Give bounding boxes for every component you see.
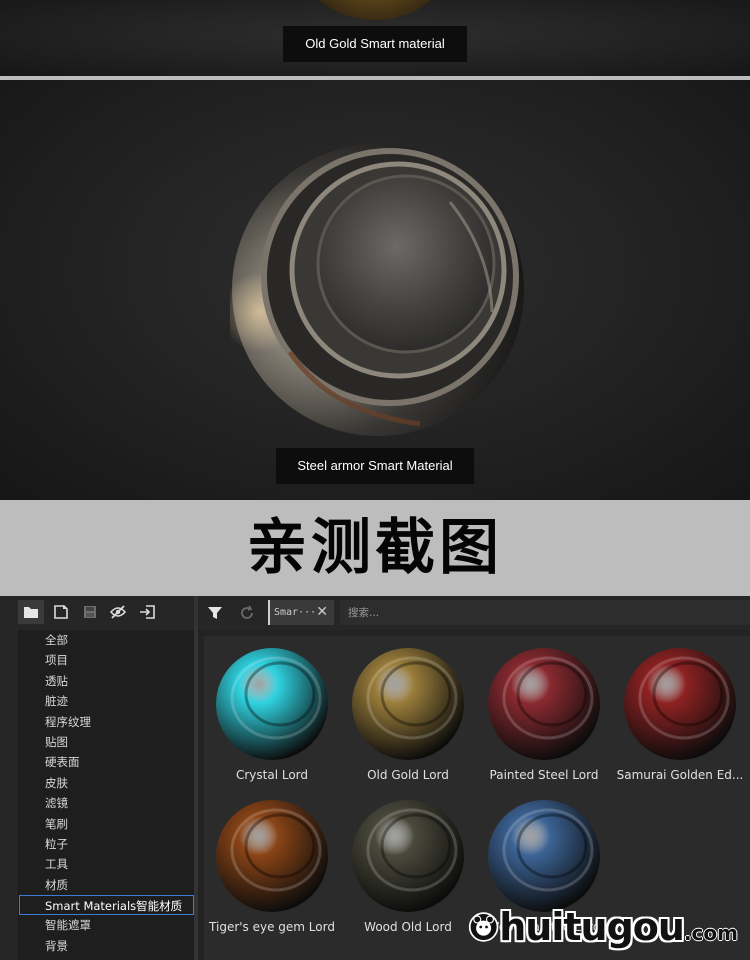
material-tile-crystal[interactable]: Crystal Lord <box>204 640 340 790</box>
category-list: 全部 项目 透贴 脏迹 程序纹理 贴图 硬表面 皮肤 滤镜 笔刷 粒子 工具 材… <box>18 630 194 960</box>
gold-material-caption: Old Gold Smart material <box>283 26 467 62</box>
steel-material-caption: Steel armor Smart Material <box>276 448 474 484</box>
material-label: Wood Old Lord <box>364 920 452 934</box>
watermark-logo-icon <box>468 912 499 942</box>
folder-button[interactable] <box>18 600 44 624</box>
sidebar-item-project[interactable]: 项目 <box>19 650 194 670</box>
gold-sphere-image <box>300 0 450 20</box>
material-label: Crystal Lord <box>235 768 309 782</box>
hide-button[interactable] <box>105 600 131 624</box>
material-thumbnail <box>488 800 600 912</box>
import-button[interactable] <box>134 600 160 624</box>
banner-title: 亲测截图 <box>247 513 503 583</box>
sidebar-item-smart-materials[interactable]: Smart Materials智能材质 <box>19 895 194 916</box>
search-input[interactable] <box>340 600 750 625</box>
close-icon[interactable]: ✕ <box>316 600 328 625</box>
sidebar-item-alphas[interactable]: 透贴 <box>19 671 194 691</box>
folder-icon <box>24 607 38 618</box>
gold-showcase-panel: Old Gold Smart material <box>0 0 750 76</box>
import-icon <box>140 605 155 619</box>
material-thumbnail <box>488 648 600 760</box>
sidebar-item-tools[interactable]: 工具 <box>19 854 194 874</box>
sidebar-item-all[interactable]: 全部 <box>19 630 194 650</box>
new-document-icon <box>54 605 68 619</box>
material-tile-samurai-golden[interactable]: Samurai Golden Ed... <box>612 640 748 790</box>
sidebar-item-grunges[interactable]: 脏迹 <box>19 691 194 711</box>
eye-off-icon <box>109 605 127 619</box>
content-toolbar: Smar··· ✕ <box>198 596 750 630</box>
filter-icon <box>208 607 222 619</box>
material-label: Samurai Golden Ed... <box>616 768 744 782</box>
material-tile-tigers-eye[interactable]: Tiger's eye gem Lord <box>204 792 340 942</box>
watermark-text: huitugou <box>499 905 685 949</box>
material-thumbnail <box>216 648 328 760</box>
sidebar-item-hard-surfaces[interactable]: 硬表面 <box>19 752 194 772</box>
steel-showcase-panel: Steel armor Smart Material <box>0 80 750 500</box>
material-label: Old Gold Lord <box>367 768 449 782</box>
material-thumbnail <box>624 648 736 760</box>
sidebar-item-smart-masks[interactable]: 智能遮罩 <box>19 915 194 935</box>
sidebar-item-particles[interactable]: 粒子 <box>19 834 194 854</box>
screenshot-banner: 亲测截图 <box>0 500 750 596</box>
material-label: Painted Steel Lord <box>489 768 599 782</box>
material-tile-old-gold[interactable]: Old Gold Lord <box>340 640 476 790</box>
shelf-sidebar: 全部 项目 透贴 脏迹 程序纹理 贴图 硬表面 皮肤 滤镜 笔刷 粒子 工具 材… <box>0 596 198 960</box>
sidebar-item-filters[interactable]: 滤镜 <box>19 793 194 813</box>
material-label: Tiger's eye gem Lord <box>209 920 335 934</box>
material-tile-wood-old[interactable]: Wood Old Lord <box>340 792 476 942</box>
watermark-suffix: .com <box>683 921 738 945</box>
sidebar-item-textures[interactable]: 贴图 <box>19 732 194 752</box>
sidebar-item-environments[interactable]: 背景 <box>19 936 194 956</box>
material-thumbnail <box>352 648 464 760</box>
filter-button[interactable] <box>204 602 226 624</box>
sidebar-item-skin[interactable]: 皮肤 <box>19 773 194 793</box>
filter-tag-label: Smar··· <box>274 607 317 618</box>
material-thumbnail <box>216 800 328 912</box>
sidebar-item-brushes[interactable]: 笔刷 <box>19 814 194 834</box>
save-icon <box>84 606 96 618</box>
sidebar-toolbar <box>0 596 198 628</box>
material-thumbnail <box>352 800 464 912</box>
reset-button[interactable] <box>236 602 258 624</box>
filter-tag[interactable]: Smar··· ✕ <box>268 600 334 625</box>
new-document-button[interactable] <box>48 600 74 624</box>
save-button[interactable] <box>77 600 103 624</box>
sidebar-item-procedurals[interactable]: 程序纹理 <box>19 712 194 732</box>
material-tile-painted-steel[interactable]: Painted Steel Lord <box>476 640 612 790</box>
sidebar-item-materials[interactable]: 材质 <box>19 875 194 895</box>
refresh-icon <box>241 605 253 619</box>
steel-sphere-image <box>230 144 524 436</box>
watermark: huitugou .com <box>468 898 738 956</box>
